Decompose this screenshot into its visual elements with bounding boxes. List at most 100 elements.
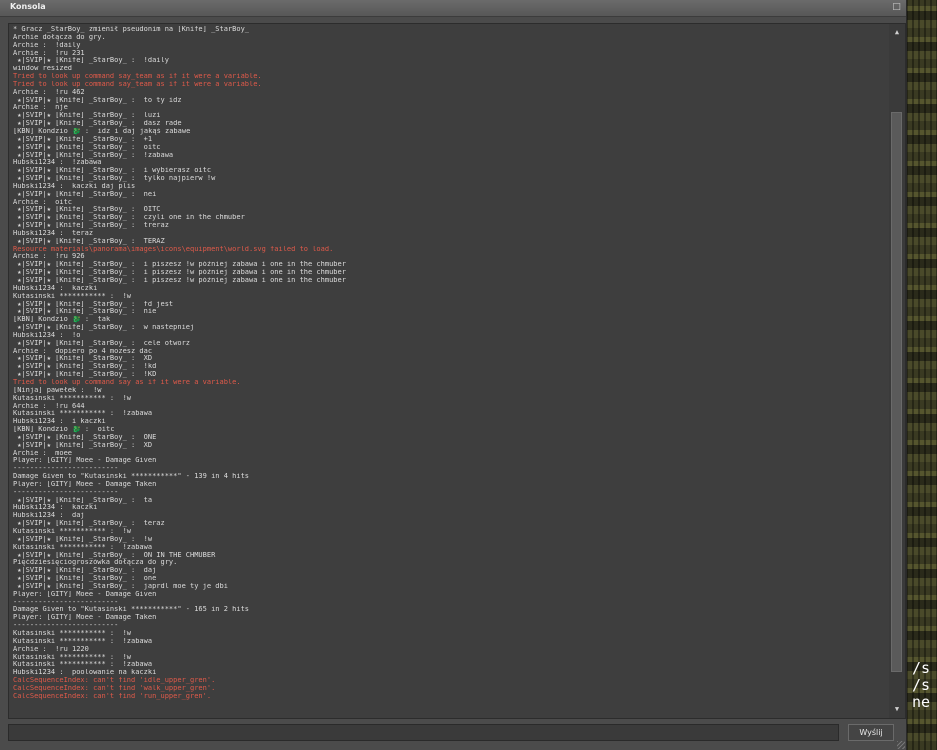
- log-lines: * Gracz _StarBoy_ zmienił pseudonim na […: [13, 26, 883, 701]
- window-title: Konsola: [10, 2, 46, 11]
- log-line: ★|SVIP|★ [Knife] _StarBoy_ : !zabawa: [13, 151, 174, 159]
- log-line: -------------------------: [13, 465, 119, 473]
- log-line: Kutasinski *********** : !zabawa: [13, 661, 153, 669]
- log-line-error: CalcSequenceIndex: can't find 'idle_uppe…: [13, 677, 216, 685]
- log-line: ★|SVIP|★ [Knife] _StarBoy_ : ta: [13, 496, 153, 504]
- scroll-up-icon[interactable]: ▲: [892, 27, 902, 37]
- log-line: Player: [GITY] Moee - Damage Given: [13, 590, 157, 598]
- log-line: ★|SVIP|★ [Knife] _StarBoy_ : TERAZ: [13, 237, 165, 245]
- log-line: Kutasinski *********** : !w: [13, 528, 132, 535]
- log-line: Pięćdziesięciogroszówka dołącza do gry.: [13, 559, 178, 567]
- log-line: Archie : !ru 644: [13, 402, 85, 410]
- log-line: window resized: [13, 65, 73, 73]
- log-line: Archie : oitc: [13, 198, 73, 206]
- log-line: ★|SVIP|★ [Knife] _StarBoy_ : japrdl moe …: [13, 582, 228, 590]
- log-line: Hubski1234 : daj: [13, 512, 85, 520]
- game-chat-text: /s /s ne: [912, 660, 931, 711]
- log-line: Hubski1234 : kaczki daj plis: [13, 182, 136, 190]
- log-line: Archie : !daily: [13, 41, 81, 49]
- log-line: -------------------------: [13, 488, 119, 496]
- log-line: -------------------------: [13, 622, 119, 630]
- console-log[interactable]: * Gracz _StarBoy_ zmienił pseudonim na […: [8, 23, 906, 719]
- log-line: -------------------------: [13, 598, 119, 606]
- log-line: ★|SVIP|★ [Knife] _StarBoy_ : fd jest: [13, 300, 174, 308]
- log-line: Kutasinski *********** : !zabawa: [13, 543, 153, 551]
- title-bar[interactable]: Konsola □: [0, 0, 906, 17]
- log-line: ★|SVIP|★ [Knife] _StarBoy_ : ONE: [13, 433, 157, 441]
- log-line: ★|SVIP|★ [Knife] _StarBoy_ : !w: [13, 535, 153, 543]
- scroll-down-icon[interactable]: ▼: [892, 704, 902, 714]
- log-line: Hubski1234 : !o: [13, 331, 81, 339]
- log-line: [KBN] Kondzio 🐉 : idz i daj jakąś zabawe: [13, 127, 191, 135]
- log-line: Archie : dopiero po 4 mozesz dac: [13, 347, 153, 355]
- log-line: Player: [GITY] Moee - Damage Taken: [13, 614, 157, 622]
- log-line-error: Tried to look up command say_team as if …: [13, 80, 262, 88]
- log-line: Damage Given to "Kutasinski ***********"…: [13, 473, 250, 481]
- log-line: Kutasinski *********** : !w: [13, 394, 132, 402]
- log-line-error: Resource materials\panorama\images\icons…: [13, 245, 334, 253]
- log-line: Player: [GITY] Moee - Damage Taken: [13, 480, 157, 488]
- log-line: ★|SVIP|★ [Knife] _StarBoy_ : oitc: [13, 143, 161, 151]
- log-line: ★|SVIP|★ [Knife] _StarBoy_ : daj: [13, 567, 157, 575]
- log-line: [KBN] Kondzio 🐉 : tak: [13, 316, 111, 324]
- log-line: Hubski1234 : teraz: [13, 229, 94, 237]
- log-line: Archie : !ru 1220: [13, 645, 89, 653]
- log-line: Archie : !ru 926: [13, 253, 85, 261]
- log-line: Kutasinski *********** : !w: [13, 653, 132, 661]
- log-line: ★|SVIP|★ [Knife] _StarBoy_ : !kd: [13, 363, 157, 371]
- log-line-error: CalcSequenceIndex: can't find 'run_upper…: [13, 692, 212, 700]
- log-line: Kutasinski *********** : !zabawa: [13, 410, 153, 418]
- log-line: Kutasinski *********** : !zabawa: [13, 637, 153, 645]
- log-line: ★|SVIP|★ [Knife] _StarBoy_ : nei: [13, 190, 157, 198]
- log-line-error: CalcSequenceIndex: can't find 'walk_uppe…: [13, 684, 216, 692]
- log-line-error: Tried to look up command say as if it we…: [13, 378, 241, 386]
- log-line: ★|SVIP|★ [Knife] _StarBoy_ : to ty idz: [13, 96, 182, 104]
- log-line: Hubski1234 : kaczki: [13, 284, 98, 292]
- log-line: Hubski1234 : !zabawa: [13, 159, 102, 167]
- log-line: Player: [GITY] Moee - Damage Given: [13, 457, 157, 465]
- log-line: * Gracz _StarBoy_ zmienił pseudonim na […: [13, 26, 250, 33]
- log-line: ★|SVIP|★ [Knife] _StarBoy_ : one: [13, 575, 157, 583]
- log-line: ★|SVIP|★ [Knife] _StarBoy_ : i wybierasz…: [13, 167, 212, 175]
- log-line: [Ninja] pawełek : !w: [13, 386, 102, 394]
- command-input[interactable]: [8, 724, 839, 741]
- log-line: ★|SVIP|★ [Knife] _StarBoy_ : luzi: [13, 112, 161, 120]
- scroll-thumb[interactable]: [891, 112, 902, 672]
- log-line: ★|SVIP|★ [Knife] _StarBoy_ : !daily: [13, 57, 169, 65]
- log-line: Archie : moee: [13, 449, 73, 457]
- log-line: Damage Given to "Kutasinski ***********"…: [13, 606, 250, 614]
- log-line: Archie dołącza do gry.: [13, 33, 106, 41]
- log-line: ★|SVIP|★ [Knife] _StarBoy_ : i piszesz !…: [13, 277, 346, 284]
- log-line: Hubski1234 : poolowanie na kaczki: [13, 669, 157, 677]
- log-line: ★|SVIP|★ [Knife] _StarBoy_ : +1: [13, 135, 153, 143]
- log-line: [KBN] Kondzio 🐉 : oitc: [13, 426, 115, 434]
- log-line-error: Tried to look up command say_team as if …: [13, 73, 262, 81]
- log-line: ★|SVIP|★ [Knife] _StarBoy_ : treraz: [13, 222, 169, 230]
- log-line: ★|SVIP|★ [Knife] _StarBoy_ : cele otworz: [13, 339, 191, 347]
- log-line: ★|SVIP|★ [Knife] _StarBoy_ : tylko najpi…: [13, 175, 216, 183]
- log-line: ★|SVIP|★ [Knife] _StarBoy_ : i piszesz !…: [13, 261, 346, 269]
- game-background: [906, 0, 937, 750]
- log-line: ★|SVIP|★ [Knife] _StarBoy_ : w nastepnie…: [13, 324, 195, 332]
- resize-grip[interactable]: [897, 741, 905, 749]
- submit-button[interactable]: Wyślij: [848, 724, 894, 741]
- console-window: Konsola □ * Gracz _StarBoy_ zmienił pseu…: [0, 0, 907, 750]
- close-icon[interactable]: □: [892, 3, 901, 12]
- log-line: ★|SVIP|★ [Knife] _StarBoy_ : OITC: [13, 206, 161, 214]
- log-line: ★|SVIP|★ [Knife] _StarBoy_ : XD: [13, 441, 153, 449]
- log-line: Kutasinski *********** : !w: [13, 292, 132, 300]
- log-line: ★|SVIP|★ [Knife] _StarBoy_ : i piszesz !…: [13, 269, 346, 277]
- log-line: ★|SVIP|★ [Knife] _StarBoy_ : ON IN THE C…: [13, 551, 216, 559]
- log-line: ★|SVIP|★ [Knife] _StarBoy_ : dasz rade: [13, 120, 182, 128]
- log-line: Archie : !ru 462: [13, 88, 85, 96]
- log-line: ★|SVIP|★ [Knife] _StarBoy_ : XD: [13, 355, 153, 363]
- log-line: ★|SVIP|★ [Knife] _StarBoy_ : !KD: [13, 371, 157, 379]
- log-line: Archie : nje: [13, 104, 68, 112]
- log-line: Kutasinski *********** : !w: [13, 629, 132, 637]
- log-line: Hubski1234 : i kaczki: [13, 418, 106, 426]
- log-line: ★|SVIP|★ [Knife] _StarBoy_ : czyli one i…: [13, 214, 245, 222]
- log-line: ★|SVIP|★ [Knife] _StarBoy_ : nie: [13, 308, 157, 316]
- scrollbar[interactable]: ▲ ▼: [889, 24, 905, 718]
- log-line: Hubski1234 : kaczki: [13, 504, 98, 512]
- log-line: Archie : !ru 231: [13, 49, 85, 57]
